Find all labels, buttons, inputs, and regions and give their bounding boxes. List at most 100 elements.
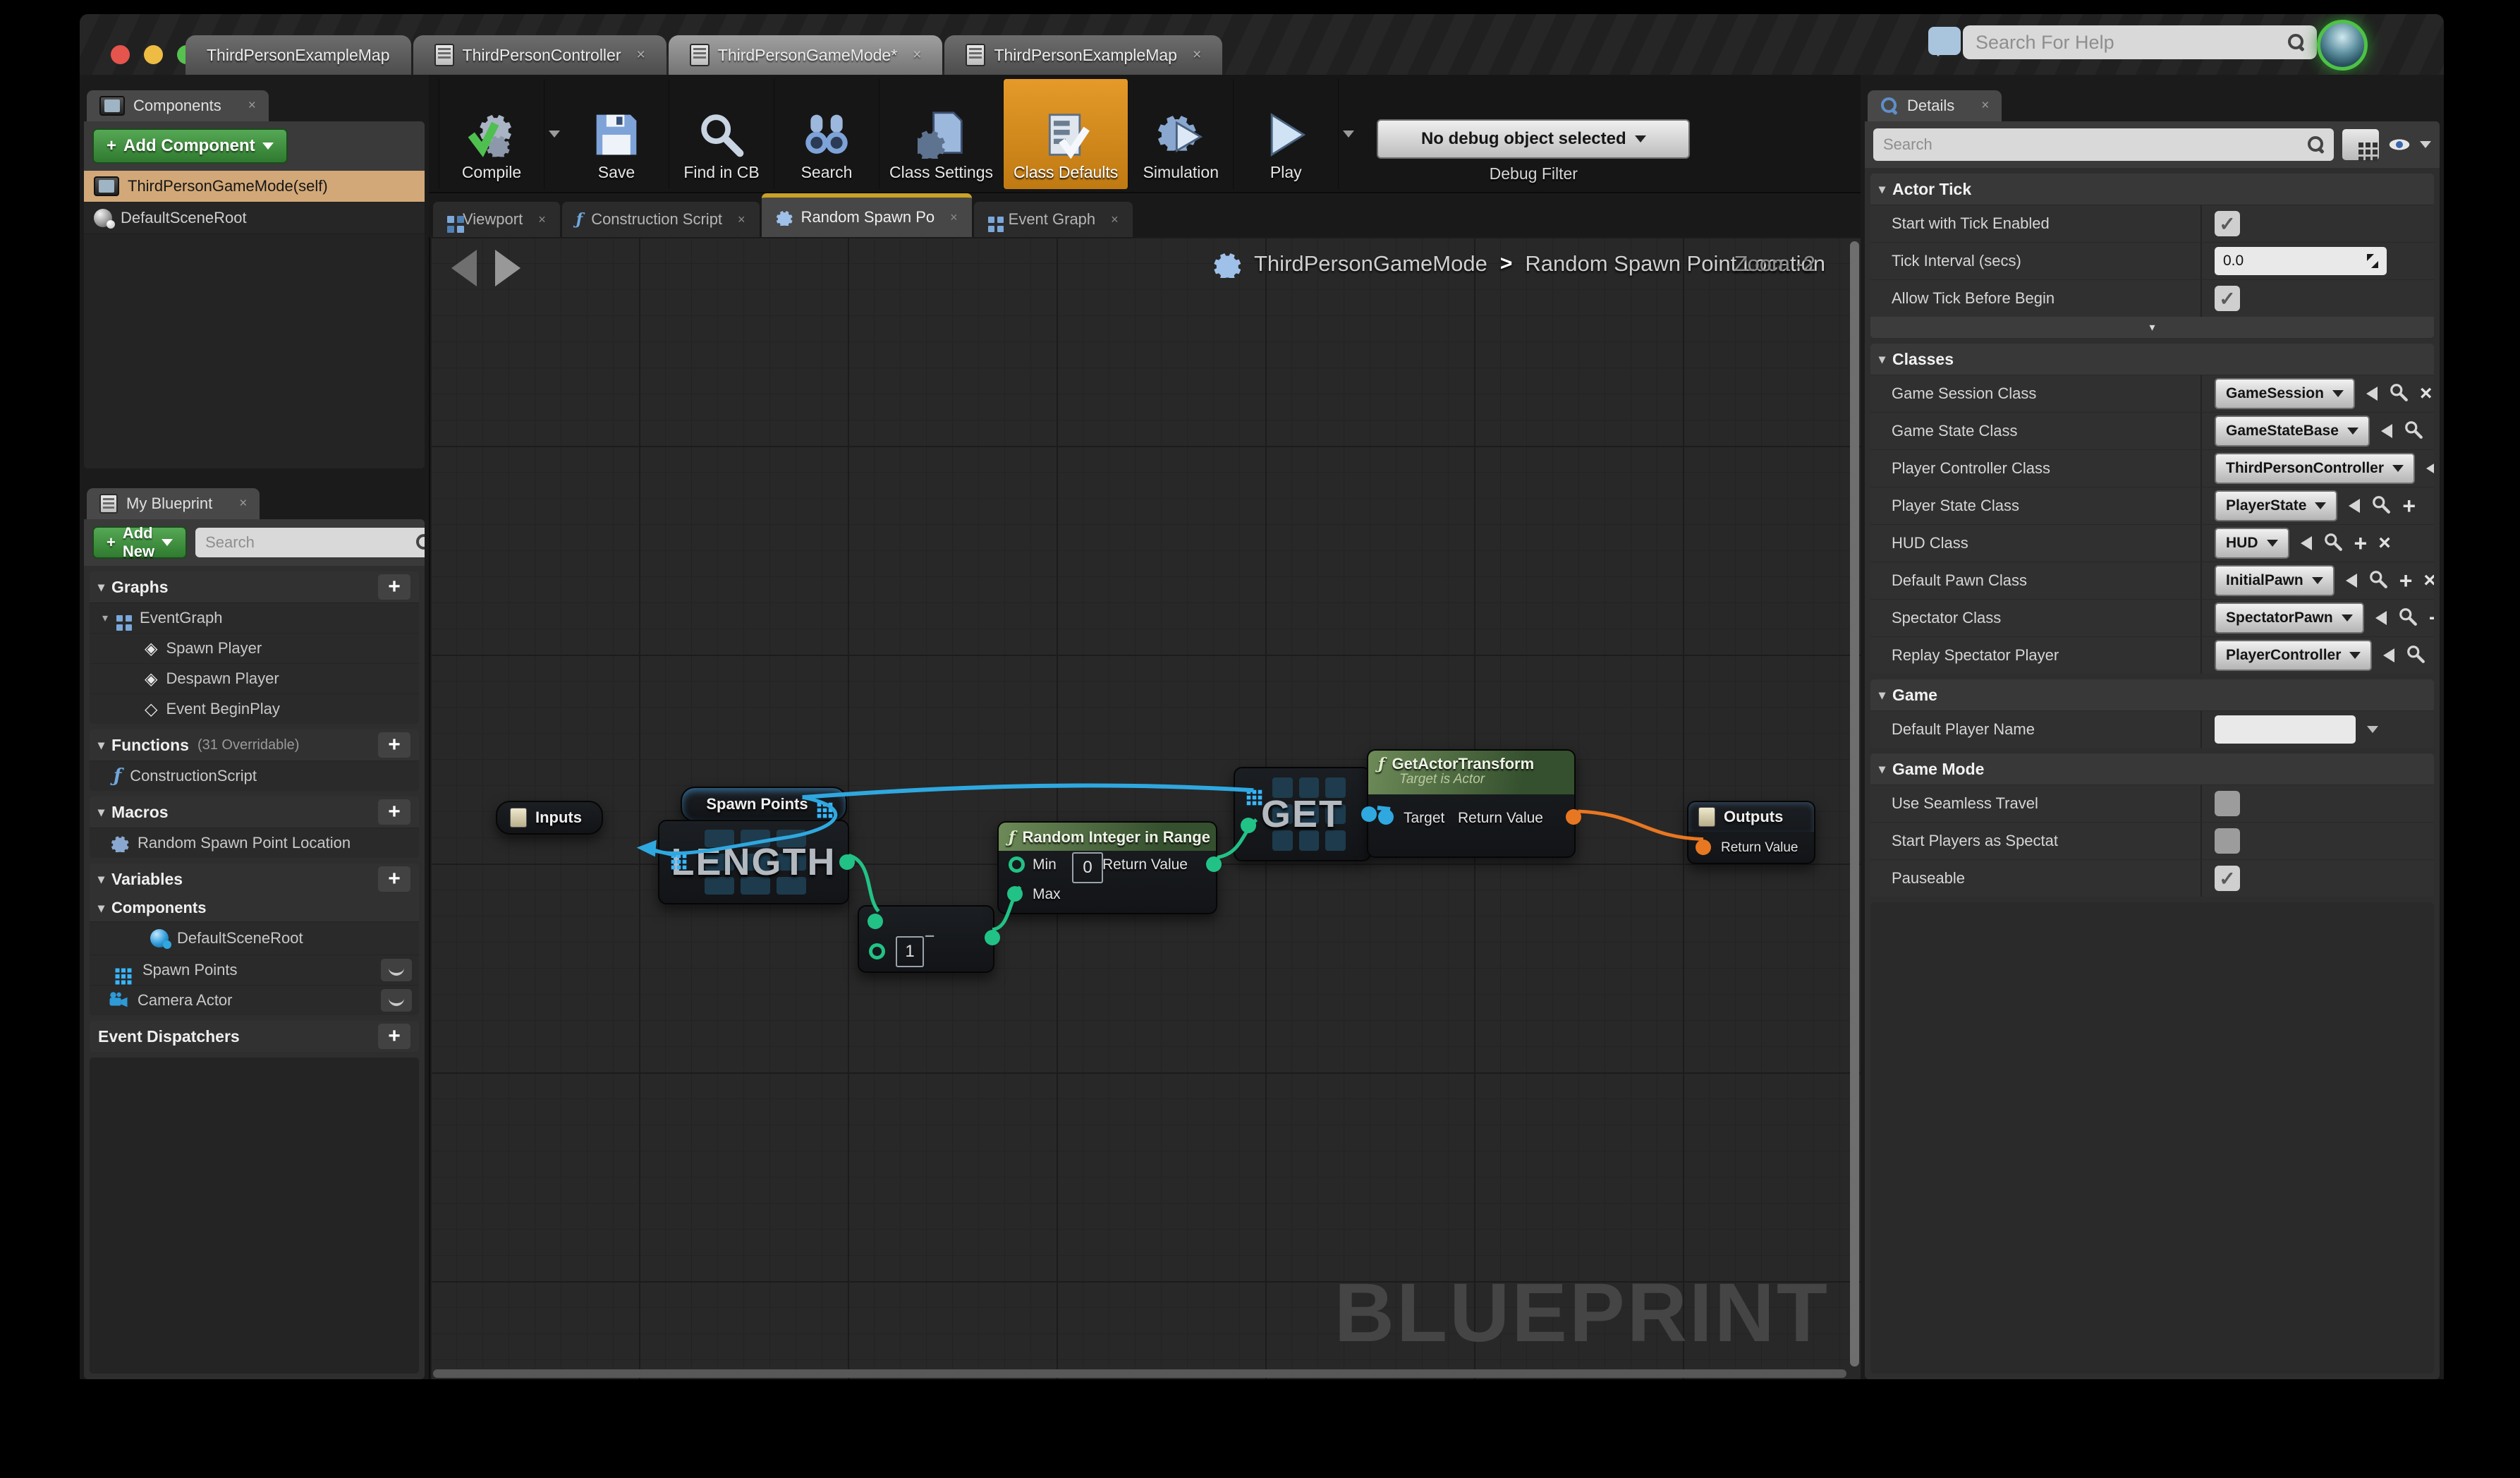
add-function-button[interactable]: + xyxy=(378,732,410,758)
use-selected-icon[interactable] xyxy=(2426,461,2434,475)
return-value-output-pin[interactable] xyxy=(1566,809,1581,825)
create-new-icon[interactable]: + xyxy=(2429,607,2434,629)
functions-header[interactable]: ▾ Functions (31 Overridable) + xyxy=(90,729,419,761)
node-inputs[interactable]: Inputs xyxy=(496,801,603,835)
use-selected-icon[interactable] xyxy=(2301,536,2312,550)
save-button[interactable]: Save xyxy=(564,79,669,189)
actor-tick-header[interactable]: ▾ Actor Tick xyxy=(1870,174,2434,205)
details-search-box[interactable] xyxy=(1873,128,2334,161)
close-icon[interactable]: × xyxy=(239,496,247,511)
close-tab-icon[interactable]: × xyxy=(913,47,921,63)
my-blueprint-panel-tab[interactable]: My Blueprint × xyxy=(87,488,260,519)
class-dropdown[interactable]: HUD xyxy=(2215,528,2289,559)
create-new-icon[interactable]: + xyxy=(2399,569,2413,592)
class-dropdown[interactable]: PlayerController xyxy=(2215,640,2372,671)
array-input-pin[interactable] xyxy=(671,854,676,859)
use-selected-icon[interactable] xyxy=(2349,499,2360,513)
close-icon[interactable]: × xyxy=(1981,98,1989,114)
blueprint-graph-canvas[interactable]: ThirdPersonGameMode > Random Spawn Point… xyxy=(429,237,1861,1379)
variable-row-spawn-points[interactable]: Spawn Points xyxy=(90,955,419,985)
class-dropdown[interactable]: PlayerState xyxy=(2215,490,2337,521)
find-in-cb-button[interactable]: Find in CB xyxy=(669,79,774,189)
browse-icon[interactable] xyxy=(2404,420,2423,443)
checkbox-checked[interactable]: ✓ xyxy=(2215,866,2240,891)
node-get-actor-transform[interactable]: ƒ GetActorTransform Target is Actor Targ… xyxy=(1367,749,1576,858)
tree-item-construction-script[interactable]: ƒ ConstructionScript xyxy=(90,761,419,791)
use-selected-icon[interactable] xyxy=(2381,424,2392,438)
nav-back-icon[interactable] xyxy=(451,250,477,286)
close-tab-icon[interactable]: × xyxy=(538,212,546,227)
chevron-down-icon[interactable] xyxy=(2420,141,2431,148)
value-spinner-icon[interactable] xyxy=(2367,254,2378,268)
node-spawn-points[interactable]: Spawn Points xyxy=(681,787,847,822)
return-value-input-pin[interactable] xyxy=(1696,840,1711,855)
add-component-button[interactable]: + Add Component xyxy=(92,128,288,164)
min-input-pin[interactable] xyxy=(1009,856,1025,873)
component-row-scene-root[interactable]: DefaultSceneRoot xyxy=(84,202,425,234)
browse-icon[interactable] xyxy=(2371,495,2391,518)
operand-value-box[interactable]: 1 xyxy=(896,936,924,967)
nav-forward-icon[interactable] xyxy=(495,250,521,286)
browse-icon[interactable] xyxy=(2389,382,2409,406)
my-blueprint-search-box[interactable] xyxy=(195,528,425,557)
tab-thirdpersonexamplemap-2[interactable]: ThirdPersonExampleMap × xyxy=(944,35,1222,75)
clear-icon[interactable]: × xyxy=(2423,570,2434,591)
tick-interval-input[interactable]: 0.0 xyxy=(2215,247,2387,275)
close-tab-icon[interactable]: × xyxy=(738,212,745,227)
variable-row-camera-actor[interactable]: Camera Actor xyxy=(90,985,419,1015)
search-button[interactable]: Search xyxy=(774,79,879,189)
tab-construction-script[interactable]: ƒ Construction Script × xyxy=(562,202,760,237)
node-subtract[interactable]: 1 ‒ xyxy=(858,905,994,973)
variables-header[interactable]: ▾ Variables + xyxy=(90,864,419,895)
tree-item-event-beginplay[interactable]: ◇ Event BeginPlay xyxy=(90,693,419,724)
compile-options-chevron-icon[interactable] xyxy=(549,131,560,138)
int-output-pin[interactable] xyxy=(985,930,1000,945)
close-icon[interactable]: × xyxy=(248,98,256,114)
tab-event-graph[interactable]: Event Graph × xyxy=(974,202,1133,237)
game-mode-header[interactable]: ▾ Game Mode xyxy=(1870,753,2434,785)
debug-object-dropdown[interactable]: No debug object selected xyxy=(1377,119,1690,159)
array-input-pin[interactable] xyxy=(1247,790,1251,794)
tree-item-eventgraph[interactable]: ▾ EventGraph xyxy=(90,602,419,633)
event-dispatchers-header[interactable]: Event Dispatchers + xyxy=(90,1021,419,1052)
use-selected-icon[interactable] xyxy=(2383,648,2394,662)
class-dropdown[interactable]: ThirdPersonController xyxy=(2215,453,2415,484)
target-input-pin[interactable] xyxy=(1378,809,1394,825)
variable-visibility-toggle[interactable] xyxy=(381,989,412,1012)
close-tab-icon[interactable]: × xyxy=(1111,212,1119,227)
my-blueprint-empty-area[interactable] xyxy=(90,1058,419,1374)
checkbox-unchecked[interactable] xyxy=(2215,791,2240,816)
default-player-name-input[interactable] xyxy=(2215,715,2356,744)
add-macro-button[interactable]: + xyxy=(378,799,410,825)
components-group-header[interactable]: ▾ Components xyxy=(90,895,419,921)
clear-icon[interactable]: × xyxy=(2420,383,2433,404)
advanced-expander[interactable]: ▾ xyxy=(1870,317,2434,338)
use-selected-icon[interactable] xyxy=(2375,611,2387,625)
min-value-box[interactable]: 0 xyxy=(1072,852,1103,883)
add-event-dispatcher-button[interactable]: + xyxy=(378,1024,410,1049)
graphs-header[interactable]: ▾ Graphs + xyxy=(90,571,419,602)
simulation-button[interactable]: Simulation xyxy=(1128,79,1234,189)
class-settings-button[interactable]: Class Settings xyxy=(879,79,1004,189)
browse-icon[interactable] xyxy=(2368,569,2388,593)
game-header[interactable]: ▾ Game xyxy=(1870,679,2434,710)
close-tab-icon[interactable]: × xyxy=(950,210,958,225)
compile-button[interactable]: Compile xyxy=(439,79,544,189)
create-new-icon[interactable]: + xyxy=(2354,532,2368,555)
property-matrix-button[interactable] xyxy=(2342,129,2379,160)
class-dropdown[interactable]: SpectatorPawn xyxy=(2215,602,2364,634)
play-button[interactable]: Play xyxy=(1234,79,1339,189)
macros-header[interactable]: ▾ Macros + xyxy=(90,796,419,828)
details-search-input[interactable] xyxy=(1882,135,2301,155)
create-new-icon[interactable]: + xyxy=(2402,495,2416,517)
checkbox-unchecked[interactable] xyxy=(2215,828,2240,854)
expand-triangle-icon[interactable]: ▾ xyxy=(102,611,108,625)
tab-thirdpersoncontroller[interactable]: ThirdPersonController × xyxy=(413,35,666,75)
browse-icon[interactable] xyxy=(2398,607,2418,630)
vertical-scrollbar[interactable] xyxy=(1850,241,1859,1367)
components-panel-tab[interactable]: Components × xyxy=(87,90,269,121)
play-options-chevron-icon[interactable] xyxy=(1343,131,1354,138)
class-dropdown[interactable]: GameSession xyxy=(2215,378,2355,409)
int-output-pin[interactable] xyxy=(839,854,855,870)
node-random-integer-in-range[interactable]: ƒ Random Integer in Range Min 0 Max Retu… xyxy=(997,821,1217,914)
